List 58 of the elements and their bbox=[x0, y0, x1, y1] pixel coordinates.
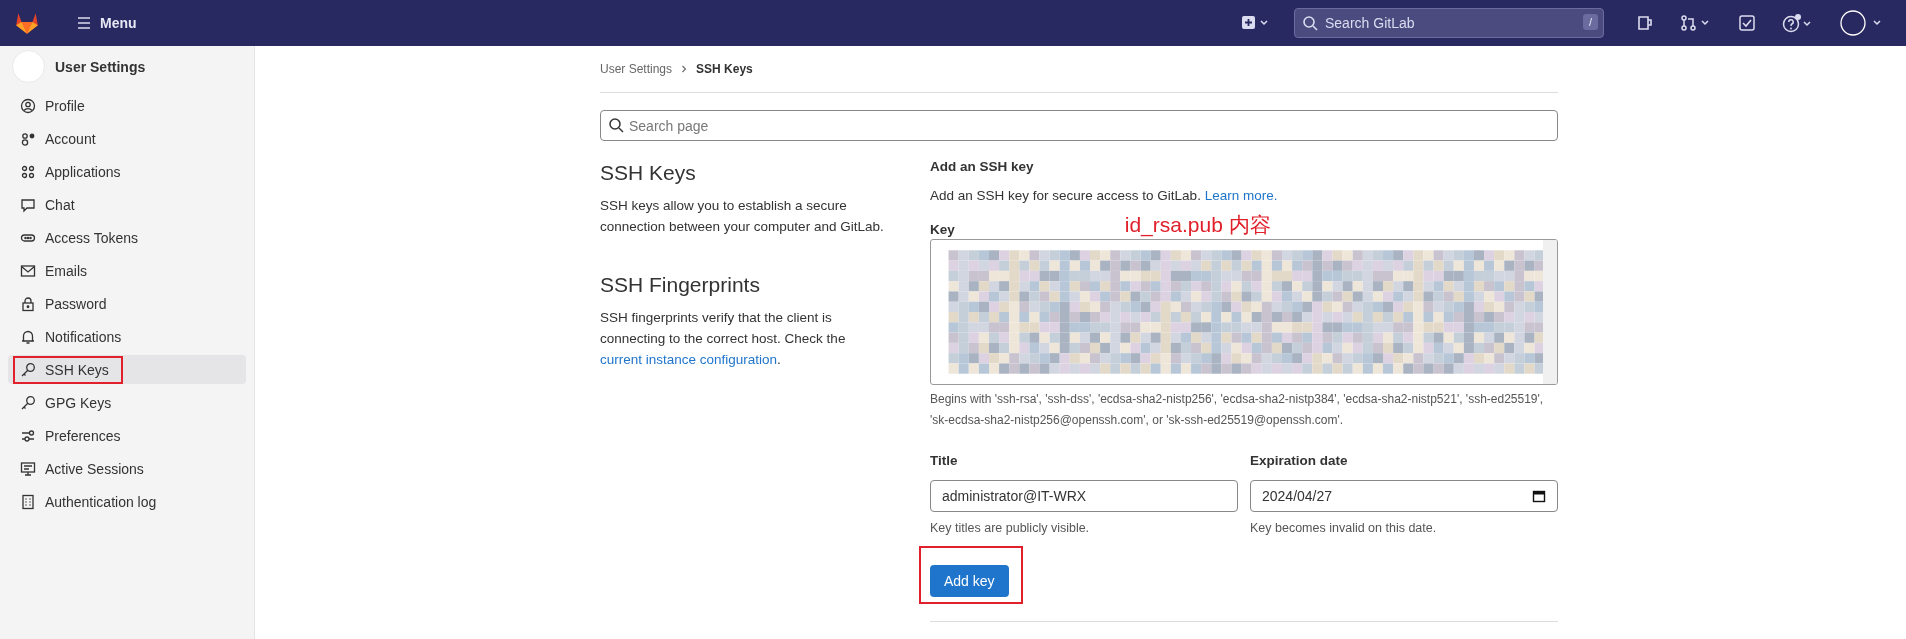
key-label: Key bbox=[930, 222, 955, 237]
sidebar-item[interactable]: Applications bbox=[8, 157, 246, 186]
sidebar-item[interactable]: Emails bbox=[8, 256, 246, 285]
profile-icon bbox=[20, 97, 36, 114]
search-icon bbox=[1302, 15, 1318, 31]
sidebar-title: User Settings bbox=[55, 58, 146, 75]
section-description: SSH keys allow you to establish a secure connection between your computer and GitLab. bbox=[600, 197, 885, 236]
search-field[interactable]: Search page bbox=[600, 110, 1558, 141]
sidebar-item[interactable]: Preferences bbox=[8, 421, 246, 450]
title-label: Title bbox=[930, 453, 959, 468]
sidebar-item[interactable]: Active Sessions bbox=[8, 454, 246, 483]
chat-icon bbox=[20, 196, 36, 213]
key-icon bbox=[20, 394, 36, 411]
sidebar-item[interactable]: Chat bbox=[8, 190, 246, 219]
sidebar-item[interactable]: Password bbox=[8, 289, 246, 318]
search-icon bbox=[608, 117, 624, 133]
key-icon bbox=[20, 361, 36, 378]
configuration-link[interactable]: current instance configuration bbox=[600, 352, 778, 367]
avatar-icon[interactable] bbox=[1840, 9, 1884, 37]
date-input[interactable]: 2024/04/27 bbox=[1250, 480, 1558, 512]
learn-more-link[interactable]: Learn more. bbox=[1204, 188, 1278, 203]
monitor-icon bbox=[20, 460, 36, 477]
list-icon bbox=[20, 493, 36, 510]
expiration-help-text: Key becomes invalid on this date. bbox=[1250, 521, 1438, 535]
section-heading: SSH Keys bbox=[600, 161, 697, 185]
add-key-button[interactable]: Add key bbox=[930, 565, 1009, 597]
breadcrumb-link[interactable]: User Settings bbox=[600, 62, 673, 76]
email-icon bbox=[20, 262, 36, 279]
sidebar-item[interactable]: SSH Keys bbox=[8, 355, 246, 384]
menu-button[interactable]: Menu bbox=[70, 14, 143, 32]
section-description: SSH fingerprints verify that the client is connecting to the correct host. Check the current instance configuration. bbox=[600, 309, 847, 369]
calendar-icon bbox=[1532, 489, 1546, 503]
todo-icon[interactable] bbox=[1738, 14, 1756, 32]
section-heading: SSH Fingerprints bbox=[600, 273, 761, 297]
sidebar-item[interactable]: Notifications bbox=[8, 322, 246, 351]
expiration-label: Expiration date bbox=[1250, 453, 1349, 468]
sidebar-item[interactable]: Profile bbox=[8, 91, 246, 120]
annotation-text: id_rsa.pub 内容 bbox=[1124, 213, 1271, 237]
account-icon bbox=[20, 130, 36, 147]
help-icon[interactable] bbox=[1782, 13, 1814, 33]
title-input[interactable]: administrator@IT-WRX bbox=[930, 480, 1238, 512]
sidebar-item[interactable]: GPG Keys bbox=[8, 388, 246, 417]
lock-icon bbox=[20, 295, 36, 312]
form-title: Add an SSH key bbox=[930, 159, 1035, 174]
sidebar-item[interactable]: Authentication log bbox=[8, 487, 246, 516]
key-help-text: Begins with 'ssh-rsa', 'ssh-dss', 'ecdsa-sha2-nistp256', 'ecdsa-sha2-nistp384', 'ecdsa-sha2-nistp521', 'ssh-ed25519', 'sk-ecdsa-sha2-nistp256@openssh.com', or 'sk-ssh-ed25519@openssh.com'. bbox=[930, 391, 1545, 429]
scrollbar[interactable] bbox=[1543, 240, 1557, 384]
chevron-icon bbox=[680, 65, 689, 73]
applications-icon bbox=[20, 163, 36, 180]
bell-icon bbox=[20, 328, 36, 345]
sidebar-item[interactable]: Account bbox=[8, 124, 246, 153]
title-help-text: Key titles are publicly visible. bbox=[930, 521, 1091, 535]
breadcrumb-link[interactable]: SSH Keys bbox=[696, 62, 753, 76]
sidebar-item[interactable]: Access Tokens bbox=[8, 223, 246, 252]
sliders-icon bbox=[20, 427, 36, 444]
form-intro: Add an SSH key for secure access to GitLab. Learn more. bbox=[930, 188, 1279, 203]
menu-icon bbox=[76, 15, 92, 31]
merge-request-icon[interactable] bbox=[1680, 14, 1712, 32]
